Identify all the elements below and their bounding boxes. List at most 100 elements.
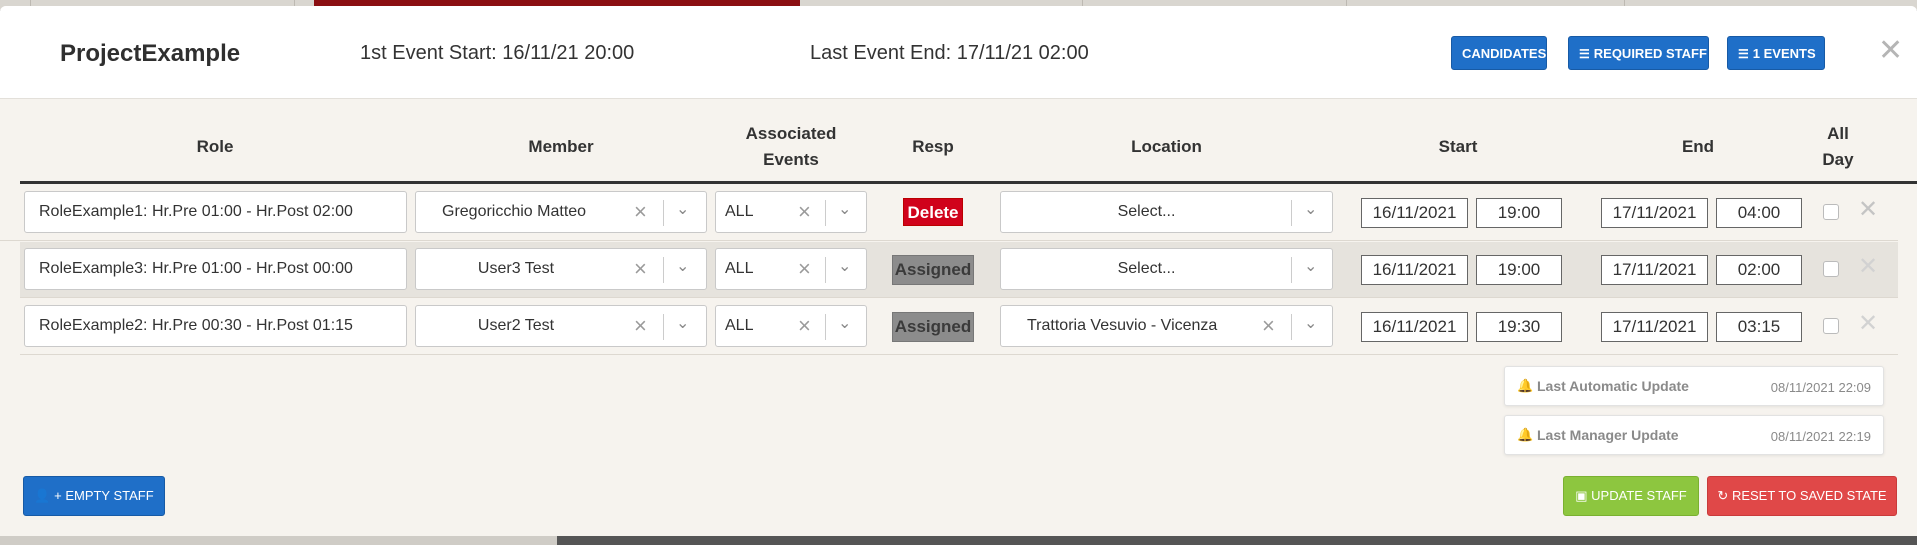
list-icon: ☰ — [1579, 47, 1590, 61]
role-value: RoleExample3: Hr.Pre 01:00 - Hr.Post 00:… — [39, 260, 353, 277]
chevron-down-icon[interactable]: ⌄ — [838, 249, 851, 287]
automatic-update-date: 08/11/2021 22:09 — [1770, 380, 1871, 395]
role-select[interactable]: RoleExample3: Hr.Pre 01:00 - Hr.Post 00:… — [24, 248, 407, 290]
member-value: User3 Test — [477, 260, 555, 277]
column-location: Location — [1131, 137, 1202, 156]
location-select[interactable]: Select... ⌄ — [1000, 191, 1333, 233]
member-value: Gregoricchio Matteo — [442, 203, 587, 220]
chevron-down-icon[interactable]: ⌄ — [1304, 192, 1317, 230]
role-select[interactable]: RoleExample2: Hr.Pre 00:30 - Hr.Post 01:… — [24, 305, 407, 347]
column-start: Start — [1438, 137, 1478, 156]
member-select[interactable]: Gregoricchio Matteo × ⌄ — [415, 191, 707, 233]
chevron-down-icon[interactable]: ⌄ — [676, 192, 689, 230]
assigned-badge: Assigned — [892, 255, 974, 285]
save-icon: ▣ — [1575, 488, 1588, 503]
chevron-down-icon[interactable]: ⌄ — [676, 306, 689, 344]
background-bottom-strip — [0, 535, 1917, 545]
clear-icon[interactable]: × — [1262, 306, 1275, 346]
events-select[interactable]: ALL × ⌄ — [715, 248, 867, 290]
location-placeholder: Select... — [1117, 203, 1176, 220]
location-select[interactable]: Trattoria Vesuvio - Vicenza × ⌄ — [1000, 305, 1333, 347]
clear-icon[interactable]: × — [798, 249, 811, 289]
remove-row-icon[interactable]: ✕ — [1858, 252, 1878, 281]
all-day-checkbox[interactable] — [1823, 318, 1839, 334]
events-button[interactable]: ☰ 1 EVENTS — [1727, 36, 1825, 70]
column-resp: Resp — [912, 137, 954, 156]
column-associated-events: Associated Events — [715, 121, 867, 173]
chevron-down-icon[interactable]: ⌄ — [1304, 306, 1317, 344]
events-select[interactable]: ALL × ⌄ — [715, 305, 867, 347]
remove-row-icon[interactable]: ✕ — [1858, 309, 1878, 338]
project-title: ProjectExample — [60, 40, 241, 67]
role-select[interactable]: RoleExample1: Hr.Pre 01:00 - Hr.Post 02:… — [24, 191, 407, 233]
select-divider — [1291, 314, 1292, 340]
update-staff-label: UPDATE STAFF — [1591, 488, 1687, 503]
end-date-input[interactable]: 17/11/2021 — [1601, 312, 1708, 342]
select-divider — [663, 200, 664, 226]
background-dark-area — [557, 535, 1917, 545]
location-placeholder: Select... — [1117, 260, 1176, 277]
end-time-input[interactable]: 04:00 — [1716, 198, 1802, 228]
select-divider — [825, 314, 826, 340]
end-date-input[interactable]: 17/11/2021 — [1601, 198, 1708, 228]
reset-saved-state-button[interactable]: ↻ RESET TO SAVED STATE — [1707, 476, 1897, 516]
empty-staff-button[interactable]: 👤 + EMPTY STAFF — [23, 476, 165, 516]
clear-icon[interactable]: × — [634, 306, 647, 346]
list-icon: ☰ — [1738, 47, 1749, 61]
events-label: 1 EVENTS — [1752, 46, 1816, 61]
clear-icon[interactable]: × — [634, 249, 647, 289]
events-select[interactable]: ALL × ⌄ — [715, 191, 867, 233]
required-staff-label: REQUIRED STAFF — [1593, 46, 1707, 61]
chevron-down-icon[interactable]: ⌄ — [676, 249, 689, 287]
chevron-down-icon[interactable]: ⌄ — [838, 306, 851, 344]
close-icon[interactable]: ✕ — [1878, 36, 1903, 66]
column-associated-line2: Events — [763, 150, 819, 169]
member-value: User2 Test — [477, 317, 555, 334]
column-all-day-line2: Day — [1822, 150, 1854, 169]
add-user-icon: 👤 — [34, 488, 51, 503]
candidates-button[interactable]: CANDIDATES — [1451, 36, 1547, 70]
column-role: Role — [196, 137, 234, 156]
events-value: ALL — [725, 203, 754, 220]
chevron-down-icon[interactable]: ⌄ — [1304, 249, 1317, 287]
clear-icon[interactable]: × — [634, 192, 647, 232]
start-time-input[interactable]: 19:00 — [1476, 255, 1562, 285]
location-select[interactable]: Select... ⌄ — [1000, 248, 1333, 290]
column-end: End — [1681, 137, 1715, 156]
select-divider — [1291, 257, 1292, 283]
delete-badge[interactable]: Delete — [903, 198, 963, 226]
column-member: Member — [528, 137, 594, 156]
start-time-input[interactable]: 19:00 — [1476, 198, 1562, 228]
clear-icon[interactable]: × — [798, 192, 811, 232]
column-associated-line1: Associated — [745, 124, 837, 143]
first-event-start: 1st Event Start: 16/11/21 20:00 — [360, 42, 635, 64]
update-staff-button[interactable]: ▣ UPDATE STAFF — [1563, 476, 1699, 516]
events-value: ALL — [725, 260, 754, 277]
assigned-badge: Assigned — [892, 312, 974, 342]
member-select[interactable]: User2 Test × ⌄ — [415, 305, 707, 347]
start-date-input[interactable]: 16/11/2021 — [1361, 312, 1468, 342]
end-time-input[interactable]: 02:00 — [1716, 255, 1802, 285]
all-day-checkbox[interactable] — [1823, 204, 1839, 220]
column-all-day-line1: All — [1827, 124, 1849, 143]
candidates-label: CANDIDATES — [1462, 46, 1547, 61]
start-time-input[interactable]: 19:30 — [1476, 312, 1562, 342]
table-row: RoleExample3: Hr.Pre 01:00 - Hr.Post 00:… — [20, 242, 1898, 298]
all-day-checkbox[interactable] — [1823, 261, 1839, 277]
last-automatic-update: 🔔 Last Automatic Update 08/11/2021 22:09 — [1504, 366, 1884, 406]
remove-row-icon[interactable]: ✕ — [1858, 195, 1878, 224]
start-date-input[interactable]: 16/11/2021 — [1361, 255, 1468, 285]
clear-icon[interactable]: × — [798, 306, 811, 346]
start-date-input[interactable]: 16/11/2021 — [1361, 198, 1468, 228]
required-staff-button[interactable]: ☰ REQUIRED STAFF — [1568, 36, 1709, 70]
end-time-input[interactable]: 03:15 — [1716, 312, 1802, 342]
table-row: RoleExample2: Hr.Pre 00:30 - Hr.Post 01:… — [20, 299, 1898, 355]
table-row: RoleExample1: Hr.Pre 01:00 - Hr.Post 02:… — [0, 185, 1898, 241]
table-header-divider — [20, 181, 1917, 184]
empty-staff-label: + EMPTY STAFF — [54, 488, 154, 503]
staff-modal: ProjectExample 1st Event Start: 16/11/21… — [0, 6, 1917, 536]
member-select[interactable]: User3 Test × ⌄ — [415, 248, 707, 290]
chevron-down-icon[interactable]: ⌄ — [838, 192, 851, 230]
bell-icon: 🔔 — [1517, 378, 1534, 393]
end-date-input[interactable]: 17/11/2021 — [1601, 255, 1708, 285]
